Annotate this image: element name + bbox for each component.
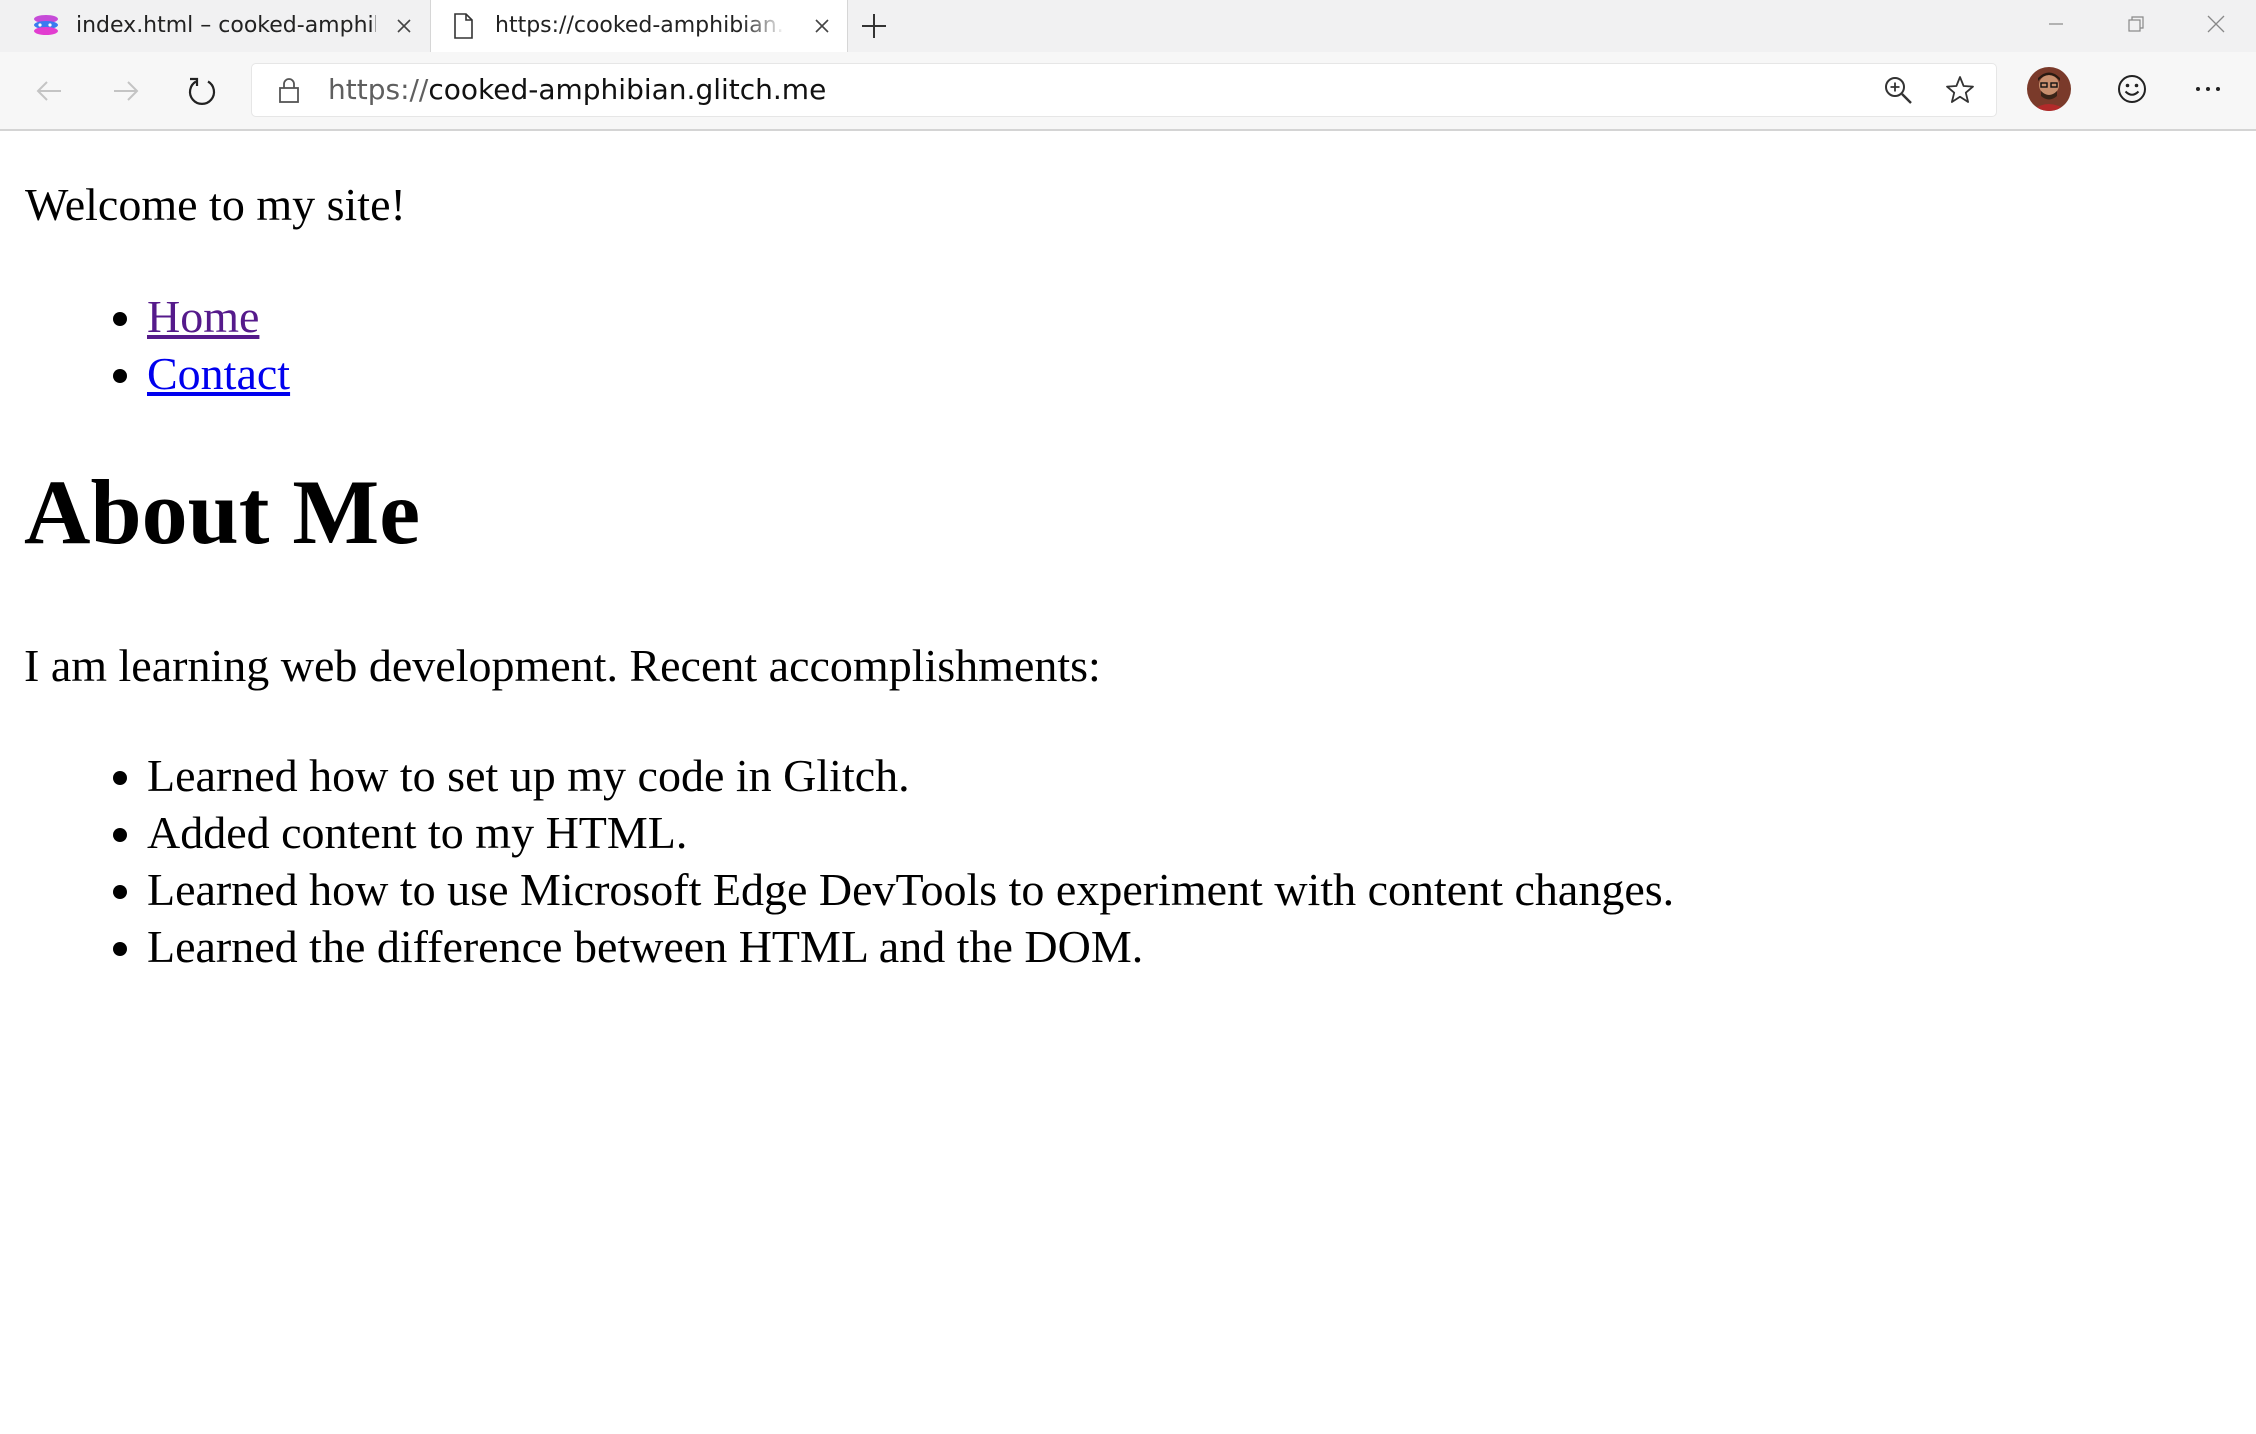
welcome-text: Welcome to my site!	[25, 179, 406, 230]
back-arrow-icon	[36, 81, 61, 101]
glitch-logo-icon	[34, 15, 58, 35]
intro-paragraph: I am learning web development. Recent ac…	[24, 640, 1101, 691]
browser-toolbar: https://cooked-amphibian.glitch.me	[0, 52, 2256, 131]
restore-icon	[2128, 16, 2144, 32]
star-icon[interactable]	[1944, 74, 1976, 106]
tab-title: https://cooked-amphibian.glitch.me	[495, 13, 785, 38]
list-item: Learned how to set up my code in Glitch.	[147, 747, 1674, 804]
list-item: Learned the difference between HTML and …	[147, 918, 1674, 975]
tab-glitch-site[interactable]: https://cooked-amphibian.glitch.me	[430, 0, 848, 53]
page-heading: About Me	[24, 461, 421, 563]
avatar[interactable]	[2027, 67, 2071, 111]
lock-icon[interactable]	[274, 75, 304, 105]
zoom-in-icon[interactable]	[1882, 74, 1914, 106]
tab-index-html[interactable]: index.html – cooked-amphibian	[0, 0, 428, 52]
window-close-button[interactable]	[2176, 0, 2256, 48]
close-icon[interactable]	[392, 14, 416, 38]
forward-button[interactable]	[104, 69, 148, 113]
accomplishments-list: Learned how to set up my code in Glitch.…	[0, 747, 1674, 975]
minimize-button[interactable]	[2016, 0, 2096, 48]
url-scheme: https://	[328, 73, 429, 106]
minimize-icon	[2049, 23, 2063, 25]
back-button[interactable]	[27, 69, 71, 113]
url-host: cooked-amphibian.glitch.me	[428, 73, 827, 106]
list-item: Added content to my HTML.	[147, 804, 1674, 861]
more-icon[interactable]	[2190, 72, 2226, 106]
url-text[interactable]: https://cooked-amphibian.glitch.me	[328, 64, 826, 116]
contact-link[interactable]: Contact	[147, 348, 290, 399]
tab-strip: index.html – cooked-amphibian https://co…	[0, 0, 2256, 53]
list-item: Contact	[147, 345, 290, 402]
web-page-content: Welcome to my site! Home Contact About M…	[0, 131, 2256, 1434]
profile-picture	[2027, 67, 2071, 111]
reload-icon	[188, 77, 216, 105]
list-item: Learned how to use Microsoft Edge DevToo…	[147, 861, 1674, 918]
site-nav-list: Home Contact	[0, 288, 290, 402]
page-icon	[454, 13, 473, 39]
forward-arrow-icon	[114, 81, 139, 101]
new-tab-icon[interactable]	[858, 10, 890, 42]
reload-button[interactable]	[180, 69, 224, 113]
address-bar[interactable]: https://cooked-amphibian.glitch.me	[252, 64, 1996, 116]
close-icon[interactable]	[810, 14, 834, 38]
list-item: Home	[147, 288, 290, 345]
restore-button[interactable]	[2096, 0, 2176, 48]
smiley-icon[interactable]	[2115, 72, 2149, 106]
home-link[interactable]: Home	[147, 291, 259, 342]
close-icon	[2207, 15, 2225, 33]
tab-title: index.html – cooked-amphibian	[76, 13, 376, 38]
